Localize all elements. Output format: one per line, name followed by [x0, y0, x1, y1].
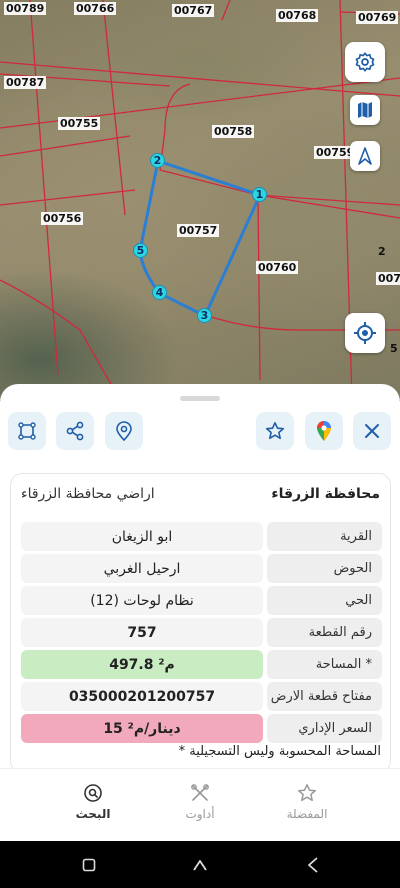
card-header: اراضي محافظة الزرقاء محافظة الزرقاء: [11, 474, 390, 514]
info-row-village: ابو الزيغان القرية: [21, 522, 382, 551]
map-icon: [358, 102, 372, 118]
info-row-land-key: 035000201200757 مفتاح قطعة الارض: [21, 682, 382, 711]
info-row-admin-price: 15 دينار/م² السعر الإداري: [21, 714, 382, 743]
google-maps-button[interactable]: [305, 412, 343, 450]
village-value: ابو الزيغان: [21, 522, 263, 551]
info-row-basin: ارحيل الغربي الحوض: [21, 554, 382, 583]
parcel-label: 00787: [4, 76, 47, 89]
share-button[interactable]: [56, 412, 94, 450]
parcel-label: 00758: [212, 125, 255, 138]
back-icon: [308, 857, 318, 873]
parcel-info-card: اراضي محافظة الزرقاء محافظة الزرقاء ابو …: [10, 473, 391, 773]
star-icon: [265, 422, 285, 440]
parcel-number-label: رقم القطعة: [267, 618, 382, 647]
parcel-label: 00766: [74, 2, 117, 15]
tools-icon: [191, 784, 209, 801]
nav-tools[interactable]: أداوت: [160, 783, 240, 821]
map-view[interactable]: 00789 00766 00767 00768 00769 00787 0075…: [0, 0, 400, 400]
parcel-lines: [0, 0, 400, 400]
close-icon: [365, 424, 379, 438]
district-label: الحي: [267, 586, 382, 615]
parcel-label: 00760: [256, 261, 299, 274]
info-row-area: 497.8 م² المساحة *: [21, 650, 382, 679]
area-footnote: * المساحة المحسوبة وليس التسجيلية: [178, 744, 381, 759]
compass-button[interactable]: [350, 141, 380, 171]
polygon-icon: [18, 422, 36, 440]
area-value: 497.8 م²: [21, 650, 263, 679]
land-key-label: مفتاح قطعة الارض: [267, 682, 382, 711]
admin-price-label: السعر الإداري: [267, 714, 382, 743]
locate-icon: [354, 322, 376, 344]
nav-search-label: البحث: [75, 807, 111, 821]
draw-polygon-button[interactable]: [8, 412, 46, 450]
bottom-navigation: المفضلة أداوت البحث: [0, 768, 400, 841]
settings-button[interactable]: [345, 42, 385, 82]
vertex-2[interactable]: 2: [150, 153, 165, 168]
recent-apps-button[interactable]: [78, 855, 100, 875]
parcel-number-value: 757: [21, 618, 263, 647]
parcel-label: 00756: [41, 212, 84, 225]
nav-search[interactable]: البحث: [53, 783, 133, 821]
admin-price-value: 15 دينار/م²: [21, 714, 263, 743]
recent-apps-icon: [82, 858, 96, 872]
nav-favorites-label: المفضلة: [286, 807, 328, 821]
village-label: القرية: [267, 522, 382, 551]
district-value: (12) نظام لوحات: [21, 586, 263, 615]
nav-tools-label: أداوت: [185, 807, 215, 821]
nav-favorites[interactable]: المفضلة: [267, 783, 347, 821]
search-icon: [84, 784, 102, 802]
land-key-value: 035000201200757: [21, 682, 263, 711]
parcel-label: 00767: [172, 4, 215, 17]
parcel-label: 5: [390, 342, 398, 355]
locate-me-button[interactable]: [345, 313, 385, 353]
card-title: محافظة الزرقاء: [271, 486, 380, 502]
star-icon: [297, 784, 317, 802]
parcel-label-selected: 00757: [177, 224, 220, 237]
vertex-1[interactable]: 1: [252, 187, 267, 202]
status-right-label: 00769: [356, 11, 399, 24]
vertex-3[interactable]: 3: [197, 308, 212, 323]
card-subtitle: اراضي محافظة الزرقاء: [21, 486, 155, 502]
compass-icon: [358, 147, 372, 165]
vertex-5[interactable]: 5: [133, 243, 148, 258]
vertex-4[interactable]: 4: [152, 285, 167, 300]
home-icon: [193, 860, 207, 871]
back-button[interactable]: [302, 855, 324, 875]
location-pin-button[interactable]: [105, 412, 143, 450]
area-label: المساحة *: [267, 650, 382, 679]
close-button[interactable]: [353, 412, 391, 450]
share-icon: [66, 421, 84, 441]
basin-label: الحوض: [267, 554, 382, 583]
parcel-label: 00755: [58, 117, 101, 130]
settings-icon: [355, 52, 375, 72]
favorite-button[interactable]: [256, 412, 294, 450]
parcel-label: 2: [378, 245, 386, 258]
map-layers-button[interactable]: [350, 95, 380, 125]
google-maps-icon: [317, 421, 331, 441]
basin-value: ارحيل الغربي: [21, 554, 263, 583]
parcel-label: 00768: [276, 9, 319, 22]
home-button[interactable]: [189, 855, 211, 875]
status-time: 00789: [4, 2, 47, 15]
parcel-label: 0078: [376, 272, 400, 285]
sheet-drag-handle[interactable]: [180, 396, 220, 401]
location-pin-icon: [116, 421, 132, 441]
info-row-parcel-number: 757 رقم القطعة: [21, 618, 382, 647]
info-row-district: (12) نظام لوحات الحي: [21, 586, 382, 615]
system-navigation-bar: [0, 841, 400, 888]
